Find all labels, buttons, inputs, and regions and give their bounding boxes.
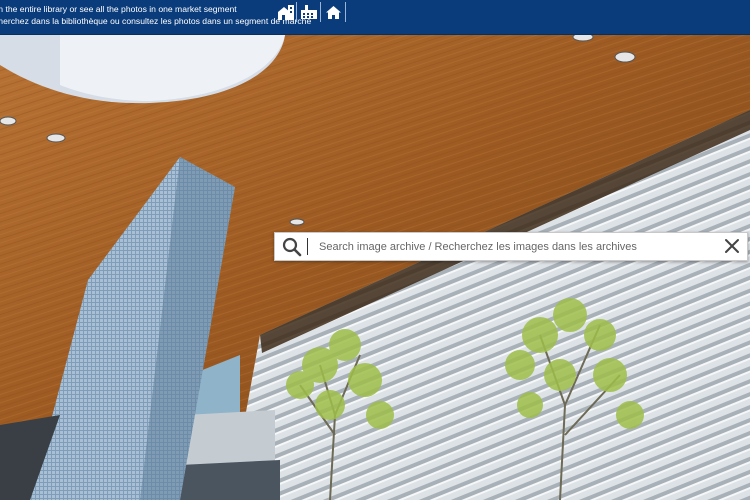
home-icon[interactable] — [322, 2, 344, 22]
icon-separator — [296, 2, 297, 22]
hero-background-photo — [0, 35, 750, 500]
input-divider — [307, 238, 308, 255]
magnifier-icon[interactable] — [281, 236, 303, 258]
icon-separator — [345, 2, 346, 22]
search-input[interactable] — [319, 236, 715, 257]
factory-icon[interactable] — [298, 2, 320, 22]
icon-separator — [320, 2, 321, 22]
banner-text-fr: cherchez dans la bibliothèque ou consult… — [0, 16, 312, 26]
search-bar — [274, 232, 748, 261]
house-building-icon[interactable] — [275, 2, 297, 22]
close-x-icon[interactable] — [723, 237, 741, 255]
top-banner: ch the entire library or see all the pho… — [0, 0, 750, 35]
banner-text-en: ch the entire library or see all the pho… — [0, 4, 237, 14]
